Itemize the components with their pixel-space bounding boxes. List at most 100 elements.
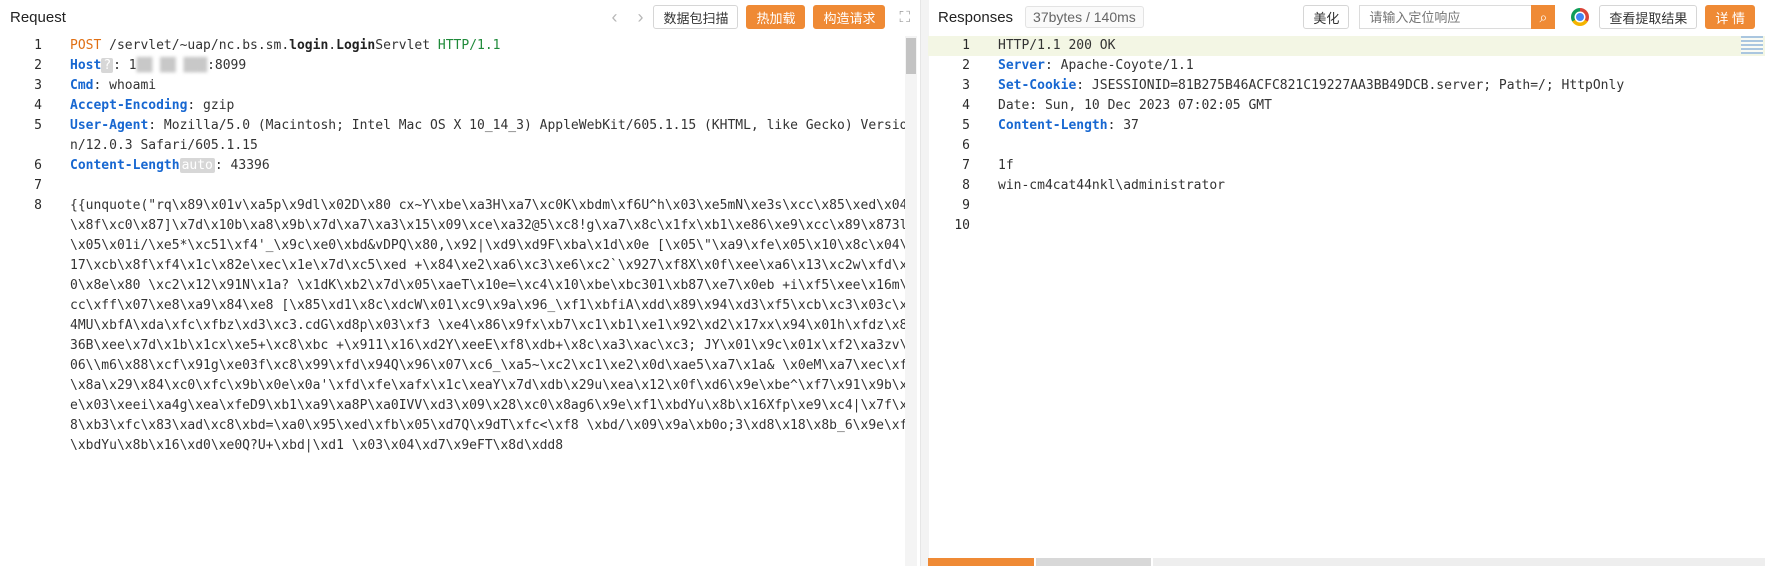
line-number: 4 — [962, 98, 970, 113]
code-line: 7 1f — [928, 156, 1765, 176]
line-text — [70, 176, 920, 196]
line-text: HTTP/1.1 200 OK — [998, 36, 1765, 56]
line-text: Server: Apache-Coyote/1.1 — [998, 56, 1765, 76]
line-number: 2 — [34, 58, 42, 73]
line-number: 9 — [962, 198, 970, 213]
request-toolbar: Request ‹ › 数据包扫描 热加载 构造请求 ⛶ — [0, 0, 920, 34]
request-pane: Request ‹ › 数据包扫描 热加载 构造请求 ⛶ 1 POST /serv… — [0, 0, 921, 566]
response-editor[interactable]: 1 HTTP/1.1 200 OK 2 Server: Apache-Coyote/1… — [928, 36, 1765, 566]
code-token: /servlet/~uap/nc.bs.sm. — [101, 38, 290, 53]
code-line: 8 {{unquote("rq\x89\x01v\xa5p\x9dl\x02D\x… — [0, 196, 920, 456]
request-editor[interactable]: 1 POST /servlet/~uap/nc.bs.sm.login.Login… — [0, 36, 920, 566]
line-number: 10 — [954, 218, 970, 233]
line-text: Set-Cookie: JSESSIONID=81B275B46ACFC821C… — [998, 76, 1765, 96]
request-scrollbar-thumb[interactable] — [906, 38, 916, 74]
details-button[interactable]: 详 情 — [1705, 5, 1755, 29]
code-line: 9 — [928, 196, 1765, 216]
forward-arrow-icon[interactable]: › — [637, 8, 643, 26]
back-arrow-icon[interactable]: ‹ — [611, 8, 617, 26]
line-number: 7 — [34, 178, 42, 193]
line-text — [998, 136, 1765, 156]
bottom-tab-strip — [928, 558, 1765, 566]
line-number: 2 — [962, 58, 970, 73]
code-token: Host — [70, 58, 102, 73]
line-text: Content-Length auto: 43396 — [70, 156, 920, 176]
code-line: 4 Date: Sun, 10 Dec 2023 07:02:05 GMT — [928, 96, 1765, 116]
response-search: ⌕ — [1359, 5, 1556, 29]
line-number: 1 — [962, 38, 970, 53]
code-token: Accept-Encoding — [70, 98, 188, 113]
line-text: Cmd: whoami — [70, 76, 920, 96]
line-text: Accept-Encoding: gzip — [70, 96, 920, 116]
code-token: Content-Length — [70, 158, 180, 173]
hot-load-button[interactable]: 热加载 — [746, 5, 806, 29]
beautify-button[interactable]: 美化 — [1303, 5, 1350, 29]
code-token: : 1 — [113, 58, 137, 73]
request-scrollbar[interactable] — [905, 36, 917, 566]
line-number: 1 — [34, 38, 42, 53]
view-extract-button[interactable]: 查看提取结果 — [1599, 5, 1698, 29]
line-number: 3 — [34, 78, 42, 93]
response-stats: 37bytes / 140ms — [1025, 6, 1144, 28]
inline-tag: auto — [179, 158, 215, 173]
bottom-tab-active[interactable] — [928, 558, 1034, 566]
code-token: :8099 — [207, 58, 247, 73]
line-text: POST /servlet/~uap/nc.bs.sm.login.LoginS… — [70, 36, 920, 56]
code-token: 1f — [998, 158, 1014, 173]
search-icon[interactable]: ⌕ — [1531, 5, 1556, 29]
line-number: 5 — [962, 118, 970, 133]
packet-scan-button[interactable]: 数据包扫描 — [653, 5, 739, 29]
code-token: Cmd — [70, 78, 94, 93]
code-token: : 37 — [1107, 118, 1139, 133]
code-line: 2 Server: Apache-Coyote/1.1 — [928, 56, 1765, 76]
code-token: : 43396 — [214, 158, 270, 173]
code-token: User-Agent — [70, 118, 149, 133]
line-text: 1f — [998, 156, 1765, 176]
code-token: : whoami — [93, 78, 157, 93]
code-line: 4 Accept-Encoding: gzip — [0, 96, 920, 116]
code-line: 1 HTTP/1.1 200 OK — [928, 36, 1765, 56]
code-line: 7 — [0, 176, 920, 196]
code-token: : gzip — [187, 98, 235, 113]
code-token: Server — [998, 58, 1045, 73]
response-toolbar: Responses 37bytes / 140ms 美化 ⌕ 查看提取结果 详 … — [928, 0, 1765, 34]
line-number: 3 — [962, 78, 970, 93]
line-text: Host?: 1██ ██ ███:8099 — [70, 56, 920, 76]
line-text: {{unquote("rq\x89\x01v\xa5p\x9dl\x02D\x8… — [70, 196, 920, 456]
code-line: 2 Host?: 1██ ██ ███:8099 — [0, 56, 920, 76]
inline-tag: ? — [101, 58, 114, 73]
code-line: 6 — [928, 136, 1765, 156]
line-text — [998, 216, 1765, 236]
line-text: Date: Sun, 10 Dec 2023 07:02:05 GMT — [998, 96, 1765, 116]
build-request-button[interactable]: 构造请求 — [813, 5, 886, 29]
code-token: Content-Length — [998, 118, 1108, 133]
locate-response-input[interactable] — [1359, 5, 1532, 29]
code-line: 3 Cmd: whoami — [0, 76, 920, 96]
response-title: Responses — [938, 8, 1014, 26]
response-pane: Responses 37bytes / 140ms 美化 ⌕ 查看提取结果 详 … — [928, 0, 1765, 566]
code-line: 10 — [928, 216, 1765, 236]
line-number: 6 — [962, 138, 970, 153]
code-line: 5 User-Agent: Mozilla/5.0 (Macintosh; Int… — [0, 116, 920, 156]
code-token: : JSESSIONID=81B275B46ACFC821C19227AA3BB… — [1076, 78, 1625, 93]
bottom-tab[interactable] — [1036, 558, 1151, 566]
code-token: win-cm4cat44nkl\administrator — [998, 178, 1225, 193]
line-text: win-cm4cat44nkl\administrator — [998, 176, 1765, 196]
code-token: {{unquote("rq\x89\x01v\xa5p\x9dl\x02D\x8… — [70, 198, 916, 453]
line-number: 4 — [34, 98, 42, 113]
code-token: : Apache-Coyote/1.1 — [1044, 58, 1194, 73]
code-line: 1 POST /servlet/~uap/nc.bs.sm.login.Login… — [0, 36, 920, 56]
code-token: HTTP/1.1 — [437, 38, 501, 53]
line-number: 5 — [34, 118, 42, 133]
line-number: 7 — [962, 158, 970, 173]
code-line: 8 win-cm4cat44nkl\administrator — [928, 176, 1765, 196]
code-token: HTTP/1.1 200 OK — [998, 38, 1116, 53]
line-text: User-Agent: Mozilla/5.0 (Macintosh; Inte… — [70, 116, 920, 156]
expand-icon[interactable]: ⛶ — [899, 9, 910, 26]
code-token: Login — [336, 38, 376, 53]
chrome-icon[interactable] — [1571, 8, 1590, 26]
minimap[interactable] — [1741, 36, 1763, 54]
code-token: POST — [70, 38, 102, 53]
line-text: Content-Length: 37 — [998, 116, 1765, 136]
line-text — [998, 196, 1765, 216]
